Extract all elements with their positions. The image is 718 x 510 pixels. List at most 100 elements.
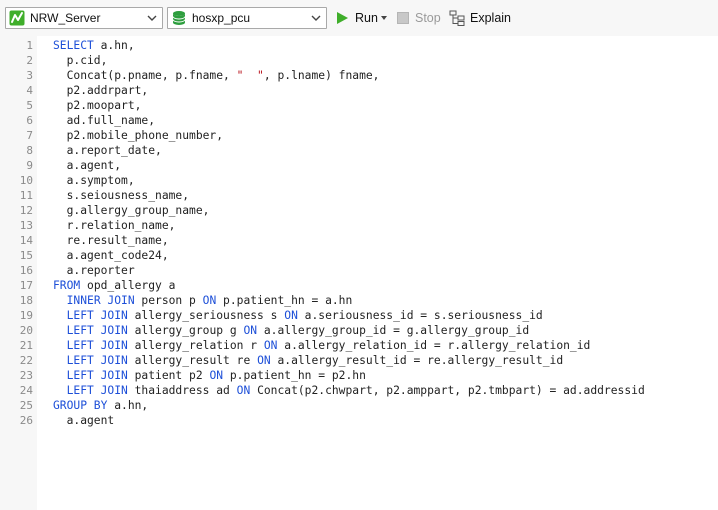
sql-keyword: ON bbox=[257, 354, 271, 367]
sql-keyword: ON bbox=[236, 384, 251, 397]
code-token: p2.mobile_phone_number, bbox=[53, 129, 224, 142]
code-text: p2.addrpart, bbox=[53, 83, 149, 98]
code-token: person p bbox=[134, 294, 203, 307]
code-line: 4 p2.addrpart, bbox=[0, 83, 718, 98]
run-button[interactable]: Run bbox=[335, 8, 378, 28]
query-toolbar: NRW_Server hosxp_pcu Run Stop Explain bbox=[0, 0, 718, 36]
code-lines: 1 SELECT a.hn, 2 p.cid, 3 Concat(p.pname, p… bbox=[0, 38, 718, 428]
code-token: p.patient_hn = p2.hn bbox=[223, 369, 366, 382]
sql-keyword: ON bbox=[202, 294, 217, 307]
code-line: 23 LEFT JOIN patient p2 ON p.patient_hn … bbox=[0, 368, 718, 383]
code-line: 11 s.seiousness_name, bbox=[0, 188, 718, 203]
sql-keyword: SELECT bbox=[53, 39, 94, 52]
code-token: Concat(p.pname, p.fname, bbox=[53, 69, 237, 82]
code-token: g.allergy_group_name, bbox=[53, 204, 210, 217]
code-text: GROUP BY a.hn, bbox=[53, 398, 148, 413]
code-text: a.symptom, bbox=[53, 173, 135, 188]
code-token: thaiaddress ad bbox=[127, 384, 237, 397]
sql-keyword: GROUP BY bbox=[53, 399, 108, 412]
line-number: 26 bbox=[19, 414, 33, 427]
dropdown-arrow-icon bbox=[381, 16, 387, 20]
code-token: a.seriousness_id = s.seriousness_id bbox=[297, 309, 543, 322]
code-token: Concat(p2.chwpart, p2.amppart, p2.tmbpar… bbox=[250, 384, 645, 397]
connection-name: NRW_Server bbox=[30, 11, 101, 25]
explain-icon bbox=[449, 10, 465, 26]
code-line: 17 FROM opd_allergy a bbox=[0, 278, 718, 293]
code-line: 3 Concat(p.pname, p.fname, " ", p.lname)… bbox=[0, 68, 718, 83]
line-number: 11 bbox=[19, 189, 33, 202]
code-text: Concat(p.pname, p.fname, " ", p.lname) f… bbox=[53, 68, 380, 83]
line-number: 14 bbox=[19, 234, 33, 247]
sql-keyword: LEFT JOIN bbox=[66, 309, 128, 322]
code-text: p2.mobile_phone_number, bbox=[53, 128, 223, 143]
sql-keyword: LEFT JOIN bbox=[66, 339, 128, 352]
run-options-dropdown[interactable] bbox=[380, 8, 388, 28]
line-number: 6 bbox=[26, 114, 33, 127]
code-text: a.agent bbox=[53, 413, 115, 428]
stop-icon bbox=[397, 12, 409, 24]
connection-select[interactable]: NRW_Server bbox=[5, 7, 163, 29]
code-token: a.agent, bbox=[53, 159, 122, 172]
sql-keyword: LEFT JOIN bbox=[66, 369, 128, 382]
code-text: LEFT JOIN patient p2 ON p.patient_hn = p… bbox=[53, 368, 366, 383]
database-select[interactable]: hosxp_pcu bbox=[167, 7, 327, 29]
code-token: opd_allergy a bbox=[80, 279, 176, 292]
code-token: a.reporter bbox=[53, 264, 135, 277]
code-line: 15 a.agent_code24, bbox=[0, 248, 718, 263]
code-text: a.agent, bbox=[53, 158, 121, 173]
code-line: 24 LEFT JOIN thaiaddress ad ON Concat(p2… bbox=[0, 383, 718, 398]
code-token: re.result_name, bbox=[53, 234, 169, 247]
line-number: 7 bbox=[26, 129, 33, 142]
stop-label: Stop bbox=[415, 11, 441, 25]
line-number: 21 bbox=[19, 339, 33, 352]
line-number: 15 bbox=[19, 249, 33, 262]
explain-button[interactable]: Explain bbox=[449, 8, 511, 28]
code-line: 21 LEFT JOIN allergy_relation r ON a.all… bbox=[0, 338, 718, 353]
code-token: p.patient_hn = a.hn bbox=[216, 294, 353, 307]
code-text: g.allergy_group_name, bbox=[53, 203, 210, 218]
code-line: 16 a.reporter bbox=[0, 263, 718, 278]
code-token: allergy_group g bbox=[127, 324, 244, 337]
line-number: 24 bbox=[19, 384, 33, 397]
line-number: 19 bbox=[19, 309, 33, 322]
code-text: p.cid, bbox=[53, 53, 108, 68]
line-number: 10 bbox=[19, 174, 33, 187]
line-number: 12 bbox=[19, 204, 33, 217]
code-token: a.hn, bbox=[93, 39, 135, 52]
server-connection-icon bbox=[9, 10, 25, 26]
stop-button[interactable]: Stop bbox=[397, 8, 441, 28]
sql-keyword: ON bbox=[263, 339, 278, 352]
code-text: a.report_date, bbox=[53, 143, 162, 158]
code-token: p.cid, bbox=[53, 54, 108, 67]
run-label: Run bbox=[355, 11, 378, 25]
sql-keyword: ON bbox=[284, 309, 298, 322]
sql-keyword: LEFT JOIN bbox=[66, 324, 128, 337]
code-text: SELECT a.hn, bbox=[53, 38, 135, 53]
code-token: a.hn, bbox=[107, 399, 149, 412]
code-text: LEFT JOIN allergy_result re ON a.allergy… bbox=[53, 353, 564, 368]
line-number: 18 bbox=[19, 294, 33, 307]
code-text: ad.full_name, bbox=[53, 113, 155, 128]
code-token: allergy_seriousness s bbox=[127, 309, 285, 322]
line-number: 1 bbox=[26, 39, 33, 52]
code-line: 20 LEFT JOIN allergy_group g ON a.allerg… bbox=[0, 323, 718, 338]
code-line: 19 LEFT JOIN allergy_seriousness s ON a.… bbox=[0, 308, 718, 323]
code-line: 14 re.result_name, bbox=[0, 233, 718, 248]
sql-keyword: ON bbox=[209, 369, 224, 382]
line-number: 16 bbox=[19, 264, 33, 277]
sql-keyword: FROM bbox=[53, 279, 81, 292]
code-text: LEFT JOIN thaiaddress ad ON Concat(p2.ch… bbox=[53, 383, 645, 398]
sql-keyword: ON bbox=[243, 324, 258, 337]
sql-keyword: LEFT JOIN bbox=[66, 384, 128, 397]
sql-editor[interactable]: 1 SELECT a.hn, 2 p.cid, 3 Concat(p.pname, p… bbox=[0, 36, 718, 510]
code-text: a.reporter bbox=[53, 263, 135, 278]
code-line: 2 p.cid, bbox=[0, 53, 718, 68]
code-text: a.agent_code24, bbox=[53, 248, 169, 263]
sql-keyword: LEFT JOIN bbox=[66, 354, 128, 367]
database-name: hosxp_pcu bbox=[192, 11, 251, 25]
code-line: 22 LEFT JOIN allergy_result re ON a.alle… bbox=[0, 353, 718, 368]
code-token: a.allergy_result_id = re.allergy_result_… bbox=[270, 354, 564, 367]
